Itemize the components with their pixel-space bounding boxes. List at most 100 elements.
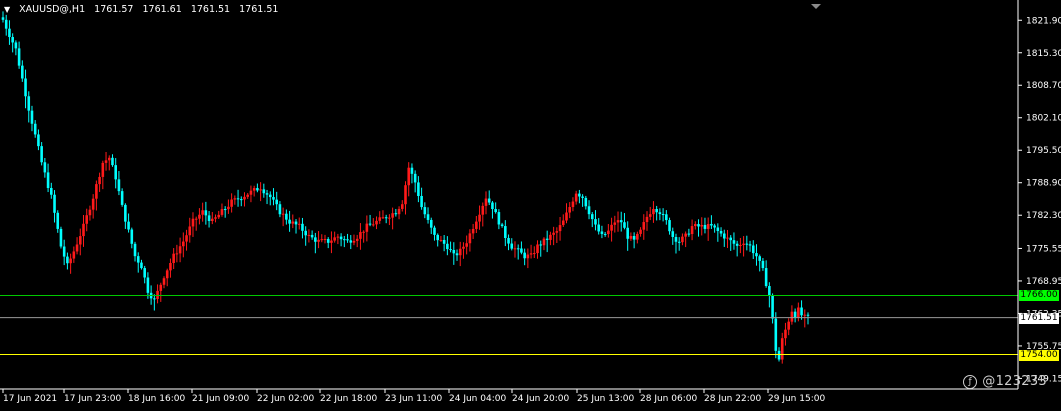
candle-up xyxy=(107,157,111,161)
candle-up xyxy=(333,237,336,241)
candle-down xyxy=(494,209,497,213)
candle-up xyxy=(198,214,201,219)
candle-down xyxy=(758,256,761,261)
x-tick-label: 23 Jun 11:00 xyxy=(385,394,442,404)
candle-down xyxy=(748,244,752,246)
candle-down xyxy=(658,212,662,215)
candle-up xyxy=(82,223,85,237)
candle-up xyxy=(742,243,745,245)
candle-down xyxy=(40,146,43,163)
candle-up xyxy=(194,218,198,220)
candle-up xyxy=(391,213,394,218)
candle-up xyxy=(320,239,324,241)
candle-down xyxy=(265,193,269,195)
candle-down xyxy=(735,243,739,246)
x-tick-label: 24 Jun 20:00 xyxy=(512,394,569,404)
level-1766-label: 1766.00 xyxy=(1019,290,1059,301)
candle-up xyxy=(780,338,784,360)
candle-up xyxy=(478,214,481,222)
x-tick-label: 22 Jun 02:00 xyxy=(257,394,314,404)
candle-down xyxy=(584,197,588,207)
axes-layer: 1821.90 1815.30 1808.70 1802.10 1795.50 1788.… xyxy=(0,0,1061,404)
candle-down xyxy=(301,223,304,231)
candle-down xyxy=(56,212,60,229)
candle-up xyxy=(85,215,89,224)
candle-down xyxy=(413,173,417,183)
candle-down xyxy=(703,224,707,229)
candle-up xyxy=(178,246,182,254)
candle-down xyxy=(619,220,623,223)
candle-up xyxy=(159,284,163,291)
candle-up xyxy=(629,235,633,239)
candle-down xyxy=(24,78,27,97)
candle-down xyxy=(53,194,56,213)
x-tick-label: 21 Jun 09:00 xyxy=(192,394,249,404)
candle-down xyxy=(578,193,581,197)
candle-up xyxy=(613,222,617,225)
candle-down xyxy=(62,246,66,257)
candle-up xyxy=(230,199,233,207)
bid-price-label: 1761.51 xyxy=(1019,313,1059,324)
levels-layer xyxy=(0,294,1018,356)
candle-up xyxy=(439,239,443,241)
x-tick-label: 28 Jun 06:00 xyxy=(640,394,697,404)
candle-up xyxy=(259,189,262,191)
candle-up xyxy=(549,234,552,240)
candle-down xyxy=(793,311,797,318)
candle-down xyxy=(545,238,549,240)
y-tick-label: 1782.30 xyxy=(1026,211,1061,221)
candle-down xyxy=(771,295,774,319)
candle-down xyxy=(268,194,272,198)
candle-down xyxy=(17,48,21,66)
candle-down xyxy=(27,96,31,111)
candle-down xyxy=(275,199,278,205)
candle-down xyxy=(11,37,14,43)
candle-down xyxy=(710,223,713,226)
candle-down xyxy=(153,298,156,300)
candle-up xyxy=(297,223,301,225)
candle-down xyxy=(130,229,134,244)
candle-down xyxy=(504,226,507,238)
candle-down xyxy=(436,234,439,241)
candle-down xyxy=(124,204,127,222)
candle-down xyxy=(497,212,501,225)
candle-down xyxy=(623,222,626,228)
price-chart[interactable]: 1821.90 1815.30 1808.70 1802.10 1795.50 1788.… xyxy=(0,0,1061,411)
candle-up xyxy=(462,246,465,249)
candle-down xyxy=(111,157,114,166)
candle-up xyxy=(458,248,462,256)
candle-up xyxy=(91,198,95,210)
candle-up xyxy=(214,217,217,219)
candle-up xyxy=(249,190,253,195)
y-tick-label: 1808.70 xyxy=(1026,81,1061,91)
candle-down xyxy=(66,256,69,264)
candle-up xyxy=(565,212,568,221)
candle-up xyxy=(352,240,356,243)
level-1754-label: 1754.00 xyxy=(1019,350,1059,361)
candle-down xyxy=(343,239,346,241)
candle-down xyxy=(120,191,124,205)
candle-down xyxy=(30,110,34,124)
candle-up xyxy=(404,185,407,205)
candle-up xyxy=(726,237,729,239)
candle-down xyxy=(140,262,143,269)
candle-up xyxy=(243,196,246,200)
candle-down xyxy=(262,189,266,194)
candle-down xyxy=(729,237,733,241)
candle-down xyxy=(806,314,810,316)
candle-down xyxy=(774,318,778,351)
candle-down xyxy=(764,268,768,287)
candle-up xyxy=(359,232,362,239)
candle-down xyxy=(632,235,636,240)
candle-up xyxy=(568,207,572,213)
candle-up xyxy=(790,311,794,322)
candle-up xyxy=(803,314,807,316)
candle-down xyxy=(143,268,146,278)
candle-down xyxy=(674,236,678,242)
candle-down xyxy=(133,243,137,257)
candle-down xyxy=(423,207,427,215)
candle-down xyxy=(449,249,452,251)
y-tick-label: 1821.90 xyxy=(1026,16,1061,26)
candle-down xyxy=(256,188,259,191)
candle-down xyxy=(278,204,282,215)
